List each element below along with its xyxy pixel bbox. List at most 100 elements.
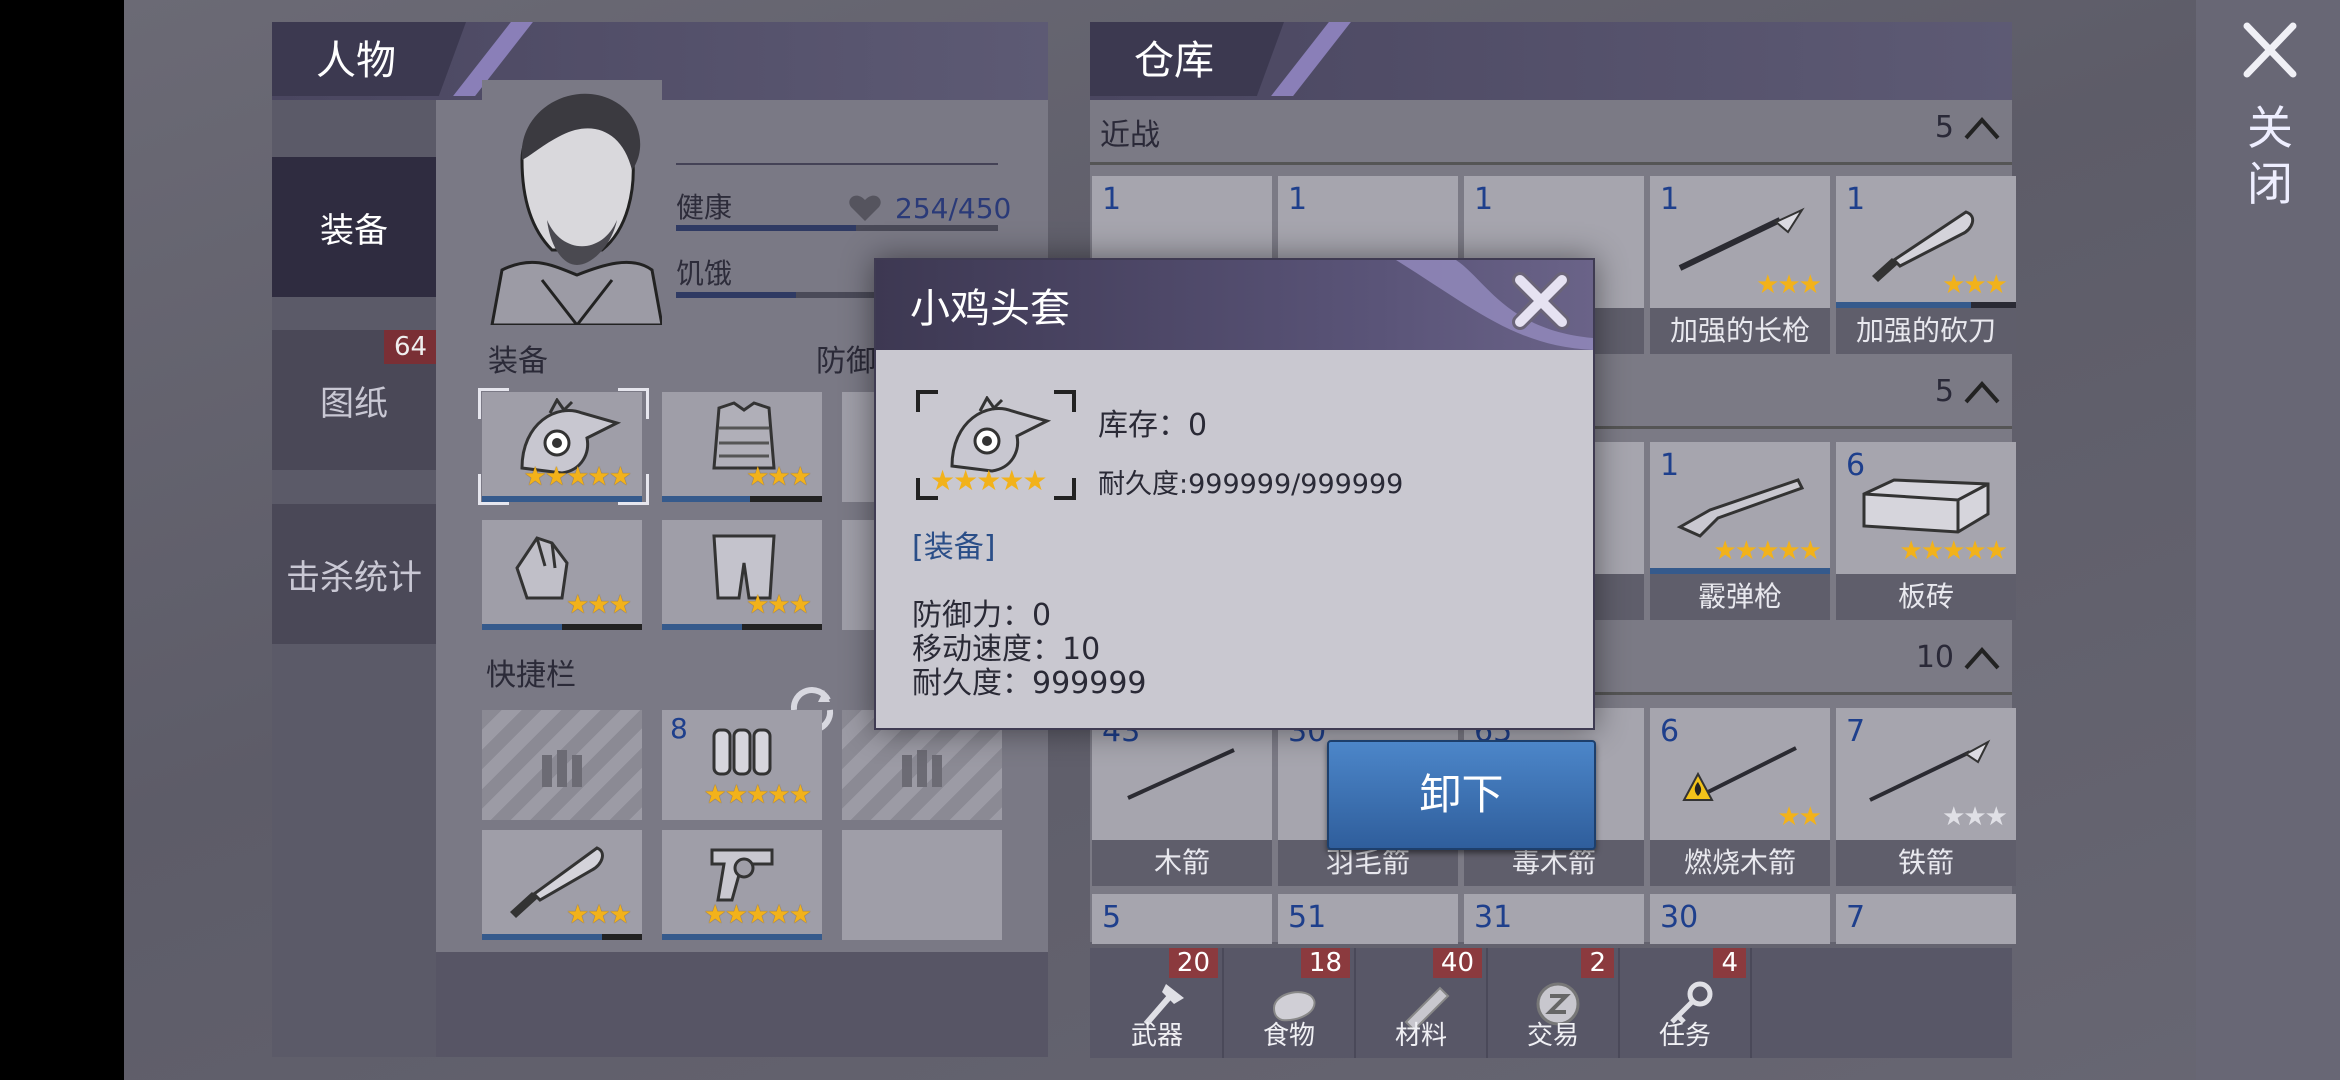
selection-corner (618, 474, 649, 505)
item-count: 1 (1288, 182, 1308, 217)
health-bar (676, 225, 998, 231)
category-melee[interactable]: 近战 5 (1090, 102, 2012, 165)
close-label-char: 关 (2247, 101, 2293, 155)
warehouse-header: 仓库 (1090, 22, 2012, 102)
rarity-stars: ★★★★★ (523, 462, 632, 492)
quickbar-slot-4[interactable]: ★★★ (482, 830, 642, 940)
warehouse-item[interactable]: 1 ★★★ 加强的砍刀 (1836, 176, 2016, 354)
warehouse-item[interactable]: 51 (1278, 894, 1458, 944)
item-name: 板砖 (1836, 574, 2016, 620)
item-name: 燃烧木箭 (1650, 840, 1830, 886)
warehouse-item[interactable]: 30 (1650, 894, 1830, 944)
item-name: 加强的砍刀 (1836, 308, 2016, 354)
close-icon[interactable] (1508, 268, 1574, 334)
equip-slot-hands[interactable]: ★★★ (482, 520, 642, 630)
dialog-item-icon: ★★★★★ (916, 390, 1076, 500)
hunger-label: 饥饿 (676, 257, 733, 290)
unequip-button[interactable]: 卸下 (1327, 740, 1596, 850)
fire-arrow-icon (1682, 746, 1797, 801)
selection-corner (478, 474, 509, 505)
tab-label: 武器 (1130, 1021, 1183, 1051)
close-label-char: 闭 (2247, 157, 2293, 211)
durability-bar-fill (482, 624, 562, 630)
stock-text: 库存：0 (1098, 408, 1208, 443)
warehouse-item[interactable]: 7 (1836, 894, 2016, 944)
sidebar-item-label: 击杀统计 (286, 557, 422, 598)
warehouse-item[interactable]: 43 木箭 (1092, 708, 1272, 886)
bandage-pack-icon (712, 728, 772, 776)
tab-label: 交易 (1526, 1021, 1579, 1051)
item-count: 5 (1102, 900, 1122, 935)
iron-arrow-icon (1869, 739, 1991, 802)
tab-trade[interactable]: 2 交易 (1488, 948, 1620, 1058)
chevron-up-icon[interactable] (1962, 640, 2002, 676)
hunger-bar (676, 292, 876, 298)
warehouse-item[interactable]: 7 ★★★ 铁箭 (1836, 708, 2016, 886)
tab-badge: 40 (1432, 948, 1482, 978)
sidebar-item-label: 装备 (320, 210, 388, 251)
tab-weapons[interactable]: 20 武器 (1092, 948, 1224, 1058)
defense-section-label: 防御 (816, 344, 876, 379)
warehouse-category-tabs: 20 武器 18 食物 40 材料 2 交易 4 任务 (1090, 948, 2012, 1058)
warehouse-item[interactable]: 31 (1464, 894, 1644, 944)
rarity-stars: ★★★ (1942, 270, 2008, 300)
equip-slot-body[interactable]: ★★★ (662, 392, 822, 502)
rarity-stars: ★★★★★ (1899, 536, 2008, 566)
item-name: 木箭 (1092, 840, 1272, 886)
durability-bar-fill (662, 624, 742, 630)
item-count: 31 (1474, 900, 1513, 935)
brick-icon (1862, 478, 1990, 534)
rarity-stars: ★★ (1777, 802, 1822, 832)
close-icon[interactable] (2235, 20, 2305, 80)
item-name: 霰弹枪 (1650, 574, 1830, 620)
tab-badge: 4 (1713, 948, 1746, 978)
warehouse-item[interactable]: 5 (1092, 894, 1272, 944)
dialog-header: 小鸡头套 (876, 260, 1593, 350)
durability-bar (662, 496, 822, 502)
item-name: 加强的长枪 (1650, 308, 1830, 354)
warehouse-item[interactable]: 1 ★★★★★ 霰弹枪 (1650, 442, 1830, 620)
quickbar-slot-1[interactable] (482, 710, 642, 820)
tab-label: 任务 (1658, 1021, 1711, 1051)
quickbar-label: 快捷栏 (486, 658, 576, 693)
chevron-up-icon[interactable] (1962, 110, 2002, 146)
sidebar-item-kill-stats[interactable]: 击杀统计 (272, 504, 436, 644)
rarity-stars: ★★★ (566, 900, 632, 930)
durability-bar (482, 624, 642, 630)
item-count: 51 (1288, 900, 1327, 935)
selection-corner (618, 388, 649, 419)
rarity-stars: ★★★★★ (1713, 536, 1822, 566)
item-count: 7 (1846, 900, 1866, 935)
ammo-placeholder-icon (542, 750, 582, 787)
character-title: 人物 (272, 22, 466, 96)
dialog-title: 小鸡头套 (910, 286, 1070, 332)
health-label: 健康 (676, 191, 733, 224)
sidebar-item-equipment[interactable]: 装备 (272, 157, 436, 297)
rarity-stars: ★★★ (566, 590, 632, 620)
warehouse-item[interactable]: 6 ★★★★★ 板砖 (1836, 442, 2016, 620)
chevron-up-icon[interactable] (1962, 374, 2002, 410)
warehouse-item[interactable]: 6 ★★ 燃烧木箭 (1650, 708, 1830, 886)
item-count: 8 (670, 712, 688, 745)
tab-materials[interactable]: 40 材料 (1356, 948, 1488, 1058)
rarity-stars: ★★★★★ (930, 464, 1048, 497)
quickbar-slot-6[interactable] (842, 830, 1002, 940)
durability-max-text: 耐久度:999999/999999 (1098, 469, 1404, 500)
item-detail-dialog: 小鸡头套 ★★★★★ 库存：0 耐久度:999999/999999 [装备] 防… (874, 258, 1595, 730)
equip-type-link[interactable]: [装备] (912, 522, 995, 566)
health-value: 254/450 (895, 192, 1012, 225)
spear-icon (1678, 207, 1805, 271)
quickbar-slot-2[interactable]: 8 ★★★★★ (662, 710, 822, 820)
character-footer (436, 952, 1048, 1057)
tab-quests[interactable]: 4 任务 (1620, 948, 1752, 1058)
tab-badge: 20 (1168, 948, 1218, 978)
tab-food[interactable]: 18 食物 (1224, 948, 1356, 1058)
warehouse-title: 仓库 (1090, 22, 1284, 96)
warehouse-item[interactable]: 1 ★★★ 加强的长枪 (1650, 176, 1830, 354)
equip-slot-legs[interactable]: ★★★ (662, 520, 822, 630)
health-bar-fill (676, 225, 857, 231)
close-label[interactable]: 关 闭 (2240, 100, 2300, 212)
category-count: 5 (1934, 110, 1954, 145)
arrow-icon (1127, 748, 1235, 800)
quickbar-slot-5[interactable]: ★★★★★ (662, 830, 822, 940)
